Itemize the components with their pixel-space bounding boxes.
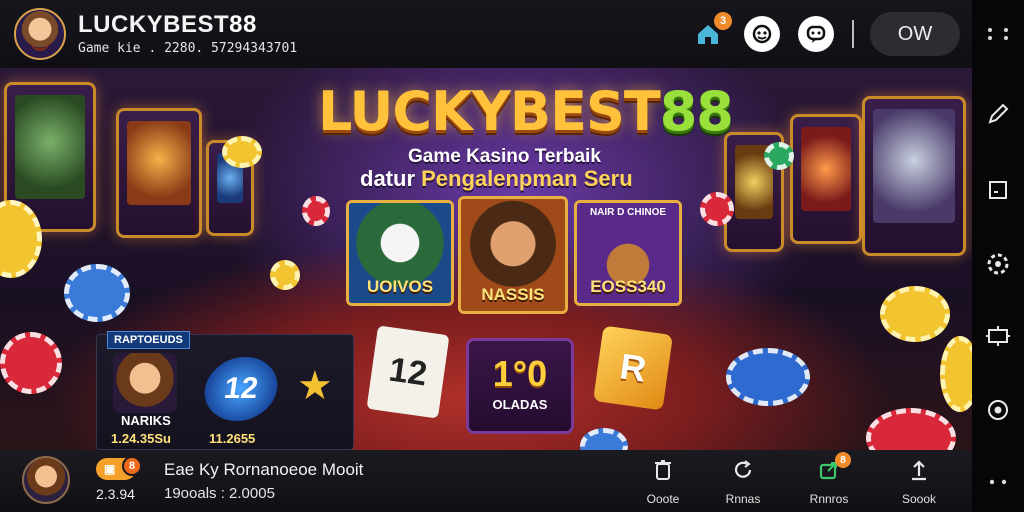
nav-badge: 8 xyxy=(835,452,851,468)
tagline-highlight: Pengalenpman Seru xyxy=(421,166,633,191)
bonus-card[interactable]: R xyxy=(593,325,673,411)
settings-icon[interactable] xyxy=(984,250,1012,278)
game-card-top: NAIR D CHINOE xyxy=(589,207,667,218)
nav-label: Soook xyxy=(901,492,937,506)
screen-share-icon[interactable] xyxy=(984,322,1012,350)
red-chip xyxy=(866,408,956,450)
blue-chip-stack xyxy=(726,348,810,406)
game-card-2[interactable]: NASSIS xyxy=(458,196,568,314)
profile-avatar[interactable] xyxy=(14,8,66,60)
hero-logo-number: 88 xyxy=(659,80,734,143)
game-card-label: NASSIS xyxy=(481,285,545,304)
brand-subtitle: Game kie . 2280. 57294343701 xyxy=(78,41,298,56)
player-panel[interactable]: RAPTOEUDS NARIKS 1.24.35Su 12 11.2655 ★ xyxy=(96,331,354,450)
nav-item-share[interactable]: 8 Rnnros xyxy=(794,452,864,506)
nav-label: Ooote xyxy=(646,492,680,506)
top-actions: 3 OW xyxy=(690,0,972,68)
support-icon[interactable] xyxy=(744,16,780,52)
hero-logo: LUCKYBEST88 xyxy=(318,80,734,143)
player-portrait xyxy=(113,353,177,413)
chat-icon[interactable] xyxy=(798,16,834,52)
refresh-icon xyxy=(729,456,757,484)
star-icon: ★ xyxy=(297,364,333,408)
jackpot-tile[interactable]: 1°0 OLADAS xyxy=(466,338,574,434)
game-logo-value: 11.2655 xyxy=(209,431,256,446)
player-name: NARIKS xyxy=(121,413,171,428)
window-icon[interactable] xyxy=(984,176,1012,204)
pen-icon[interactable] xyxy=(984,100,1012,128)
more-dots-icon[interactable] xyxy=(984,20,1012,48)
hero-banner[interactable]: LUCKYBEST88 Game Kasino Terbaik datur Pe… xyxy=(0,68,972,450)
toolbar-divider xyxy=(852,20,854,48)
wallet-icon: ▣ xyxy=(104,462,116,476)
top-bar: LUCKYBEST88 Game kie . 2280. 57294343701… xyxy=(0,0,972,68)
brand-block: LUCKYBEST88 Game kie . 2280. 57294343701 xyxy=(78,12,298,57)
hero-logo-main: LUCKYBEST xyxy=(318,80,661,143)
gold-chip xyxy=(940,336,972,412)
user-avatar[interactable] xyxy=(22,456,70,504)
nav-label: Rnnros xyxy=(809,492,849,506)
slot-machine-left-2 xyxy=(116,108,202,238)
jackpot-value: 1°0 xyxy=(492,353,548,394)
game-card-3[interactable]: NAIR D CHINOE EOSS340 xyxy=(574,200,682,306)
green-chip xyxy=(764,142,794,170)
blue-chip xyxy=(64,264,130,322)
tagline-prefix: datur xyxy=(360,166,415,191)
right-toolbar xyxy=(972,0,1024,512)
nav-item-delete[interactable]: Ooote xyxy=(628,456,698,506)
playing-card[interactable]: 12 xyxy=(366,325,450,419)
red-chip xyxy=(0,332,62,394)
hero-tagline: Game Kasino Terbaik xyxy=(408,146,601,167)
upload-icon xyxy=(905,456,933,484)
slot-machine-right-2 xyxy=(790,114,862,244)
brand-title-number: 88 xyxy=(229,11,257,38)
nav-item-upload[interactable]: Soook xyxy=(884,456,954,506)
balance-value: 2.3.94 xyxy=(96,486,135,502)
gold-chip xyxy=(270,260,300,290)
trash-icon xyxy=(649,456,677,484)
gold-chip xyxy=(880,286,950,342)
game-card-label: EOSS340 xyxy=(590,277,666,296)
wallet-button[interactable]: ▣ 8 xyxy=(96,456,142,480)
jackpot-label: OLADAS xyxy=(492,397,548,412)
blue-chip xyxy=(580,428,628,450)
promo-stats: 19ooals : 2.0005 xyxy=(164,485,275,502)
slot-machine-right xyxy=(862,96,966,256)
panel-tag: RAPTOEUDS xyxy=(107,331,190,349)
wallet-badge: 8 xyxy=(122,456,142,476)
red-chip xyxy=(700,192,734,226)
record-icon[interactable] xyxy=(984,396,1012,424)
ellipsis-icon[interactable] xyxy=(984,468,1012,496)
player-value: 1.24.35Su xyxy=(111,431,171,446)
share-icon: 8 xyxy=(815,452,851,484)
nav-item-refresh[interactable]: Rnnas xyxy=(708,456,778,506)
notification-badge: 3 xyxy=(714,12,732,30)
bottom-bar: ▣ 8 2.3.94 Eae Ky Rornanoeoe Mooit 19ooa… xyxy=(0,450,972,512)
red-chip xyxy=(302,196,330,226)
account-button[interactable]: OW xyxy=(870,12,960,56)
game-logo: 12 xyxy=(200,357,282,421)
hero-tagline-secondary: datur Pengalenpman Seru xyxy=(360,166,633,192)
home-icon[interactable]: 3 xyxy=(690,12,732,52)
brand-title: LUCKYBEST88 xyxy=(78,12,297,38)
gold-chip xyxy=(222,136,262,168)
brand-title-main: LUCKYBEST xyxy=(78,11,230,38)
game-card-label: UOIVOS xyxy=(366,277,434,296)
nav-label: Rnnas xyxy=(725,492,761,506)
game-card-1[interactable]: UOIVOS xyxy=(346,200,454,306)
promo-title: Eae Ky Rornanoeoe Mooit xyxy=(164,460,364,479)
